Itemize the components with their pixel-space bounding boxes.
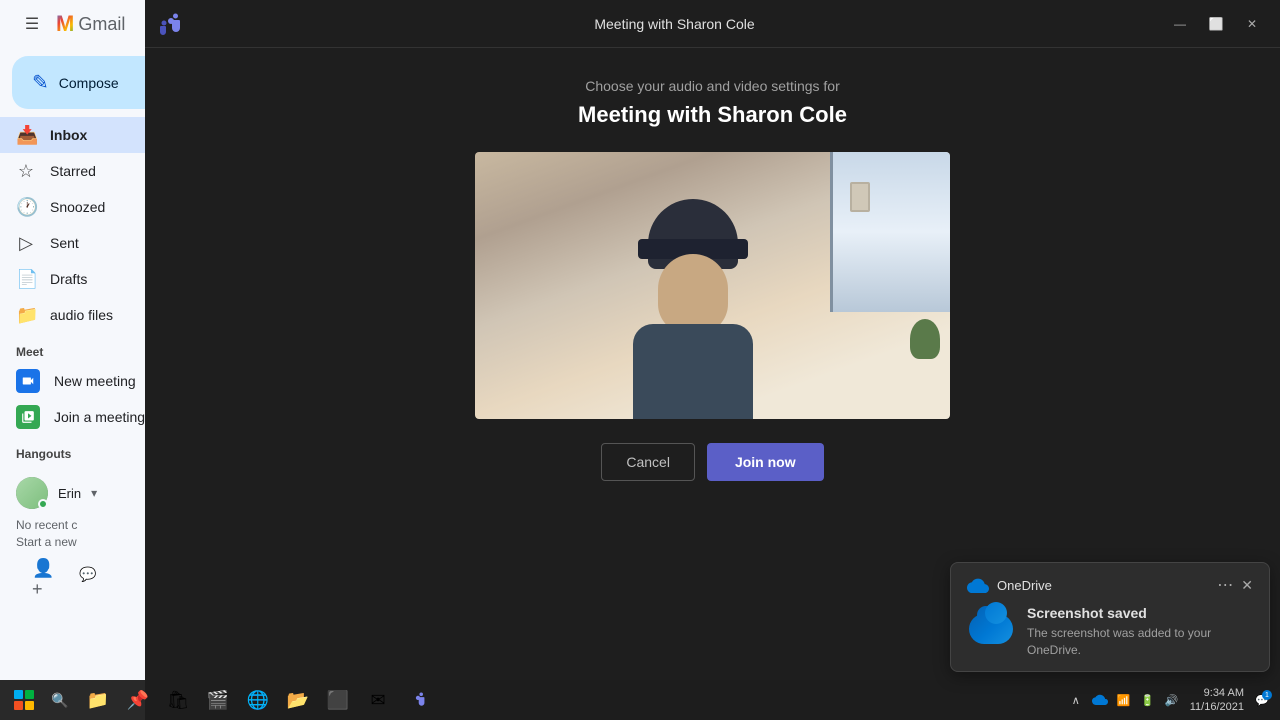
notification-badge: 1 xyxy=(1262,690,1272,700)
join-now-button[interactable]: Join now xyxy=(707,443,824,481)
taskbar-app-terminal[interactable]: ⬛ xyxy=(320,682,356,718)
inbox-label: Inbox xyxy=(50,127,87,143)
join-meeting-label: Join a meeting xyxy=(54,409,145,425)
gmail-logo-text: Gmail xyxy=(78,14,125,35)
toast-title: Screenshot saved xyxy=(1027,605,1253,621)
teams-titlebar: Meeting with Sharon Cole — ⬜ ✕ xyxy=(145,0,1280,48)
gmail-logo: M Gmail xyxy=(56,11,125,37)
win-q1 xyxy=(14,690,23,699)
action-buttons: Cancel Join now xyxy=(601,443,823,481)
win-q4 xyxy=(25,701,34,710)
tray-onedrive[interactable] xyxy=(1090,690,1110,710)
gmail-logo-m: M xyxy=(56,11,74,37)
taskbar-app-store[interactable]: 🛍 xyxy=(160,682,196,718)
face xyxy=(658,254,728,334)
toast-brand: OneDrive xyxy=(967,577,1052,593)
tray-volume[interactable]: 🔊 xyxy=(1162,690,1182,710)
window-controls: — ⬜ ✕ xyxy=(1164,10,1268,38)
wall-outlet xyxy=(850,182,870,212)
starred-icon: ☆ xyxy=(16,161,36,182)
drafts-icon: 📄 xyxy=(16,269,36,290)
win-q3 xyxy=(14,701,23,710)
toast-header: OneDrive ⋯ ✕ xyxy=(967,575,1253,595)
hangout-username: Erin xyxy=(58,486,81,501)
toast-message: The screenshot was added to your OneDriv… xyxy=(1027,625,1253,659)
meeting-name: Meeting with Sharon Cole xyxy=(578,102,847,128)
toast-onedrive-icon xyxy=(967,605,1015,653)
window-background xyxy=(830,152,950,312)
toast-actions: ⋯ ✕ xyxy=(1217,575,1253,595)
hangout-status: ▾ xyxy=(91,486,97,500)
taskbar-app-mail[interactable]: ✉ xyxy=(360,682,396,718)
new-meeting-icon xyxy=(16,369,40,393)
user-avatar-erin xyxy=(16,477,48,509)
cloud-shape xyxy=(969,614,1013,644)
toast-app-name: OneDrive xyxy=(997,578,1052,593)
taskbar-app-explorer[interactable]: 📁 xyxy=(80,682,116,718)
chat-button[interactable]: 💬 xyxy=(72,559,104,591)
hamburger-menu[interactable]: ☰ xyxy=(16,8,48,40)
starred-label: Starred xyxy=(50,163,96,179)
taskbar-app-edge[interactable]: 🌐 xyxy=(240,682,276,718)
sent-label: Sent xyxy=(50,235,79,251)
compose-icon: ✎ xyxy=(32,70,49,95)
snoozed-label: Snoozed xyxy=(50,199,105,215)
teams-logo xyxy=(157,10,185,38)
onedrive-cloud-icon xyxy=(967,577,989,593)
inbox-icon: 📥 xyxy=(16,125,36,146)
snoozed-icon: 🕐 xyxy=(16,197,36,218)
tray-expand[interactable]: ∧ xyxy=(1066,690,1086,710)
join-meeting-icon xyxy=(16,405,40,429)
teams-content: Choose your audio and video settings for… xyxy=(145,48,1280,501)
toast-menu-button[interactable]: ⋯ xyxy=(1217,575,1233,595)
teams-icon xyxy=(157,10,185,38)
audio-label: audio files xyxy=(50,307,113,323)
plant xyxy=(910,319,940,359)
taskbar-time[interactable]: 9:34 AM 11/16/2021 xyxy=(1182,686,1252,715)
meeting-subtitle: Choose your audio and video settings for xyxy=(585,78,840,94)
drafts-label: Drafts xyxy=(50,271,87,287)
toast-text-content: Screenshot saved The screenshot was adde… xyxy=(1027,605,1253,659)
sent-icon: ▷ xyxy=(16,233,36,254)
taskbar-search-button[interactable]: 🔍 xyxy=(44,684,76,716)
close-button[interactable]: ✕ xyxy=(1236,10,1268,38)
video-preview: Background filters xyxy=(475,152,950,419)
start-button[interactable] xyxy=(8,684,40,716)
toast-close-button[interactable]: ✕ xyxy=(1241,577,1253,594)
dialog-title: Meeting with Sharon Cole xyxy=(594,16,754,32)
taskbar-tray: ∧ 📶 🔋 🔊 xyxy=(1066,690,1182,710)
audio-icon: 📁 xyxy=(16,305,36,326)
taskbar-app-media[interactable]: 🎬 xyxy=(200,682,236,718)
body xyxy=(633,324,753,419)
new-meeting-label: New meeting xyxy=(54,373,136,389)
maximize-button[interactable]: ⬜ xyxy=(1200,10,1232,38)
onedrive-toast: OneDrive ⋯ ✕ Screenshot saved The screen… xyxy=(950,562,1270,672)
notification-center[interactable]: 💬 1 xyxy=(1252,690,1272,710)
tray-wifi[interactable]: 📶 xyxy=(1114,690,1134,710)
video-frame xyxy=(475,152,950,419)
minimize-button[interactable]: — xyxy=(1164,10,1196,38)
taskbar-app-teams[interactable] xyxy=(400,682,436,718)
windows-logo xyxy=(14,690,34,710)
add-people-button[interactable]: 👤+ xyxy=(32,563,64,595)
tray-battery[interactable]: 🔋 xyxy=(1138,690,1158,710)
toast-body: Screenshot saved The screenshot was adde… xyxy=(967,605,1253,659)
taskbar-app-pin[interactable]: 📌 xyxy=(120,682,156,718)
taskbar-app-files[interactable]: 📂 xyxy=(280,682,316,718)
cancel-button[interactable]: Cancel xyxy=(601,443,695,481)
taskbar: 🔍 📁 📌 🛍 🎬 🌐 📂 ⬛ ✉ ∧ 📶 🔋 🔊 9:34 AM xyxy=(0,680,1280,720)
time-display: 9:34 AM xyxy=(1190,686,1244,700)
date-display: 11/16/2021 xyxy=(1190,700,1244,714)
person-silhouette xyxy=(593,179,793,419)
taskbar-apps: 📁 📌 🛍 🎬 🌐 📂 ⬛ ✉ xyxy=(80,682,436,718)
online-indicator xyxy=(38,499,48,509)
compose-label: Compose xyxy=(59,75,119,91)
win-q2 xyxy=(25,690,34,699)
